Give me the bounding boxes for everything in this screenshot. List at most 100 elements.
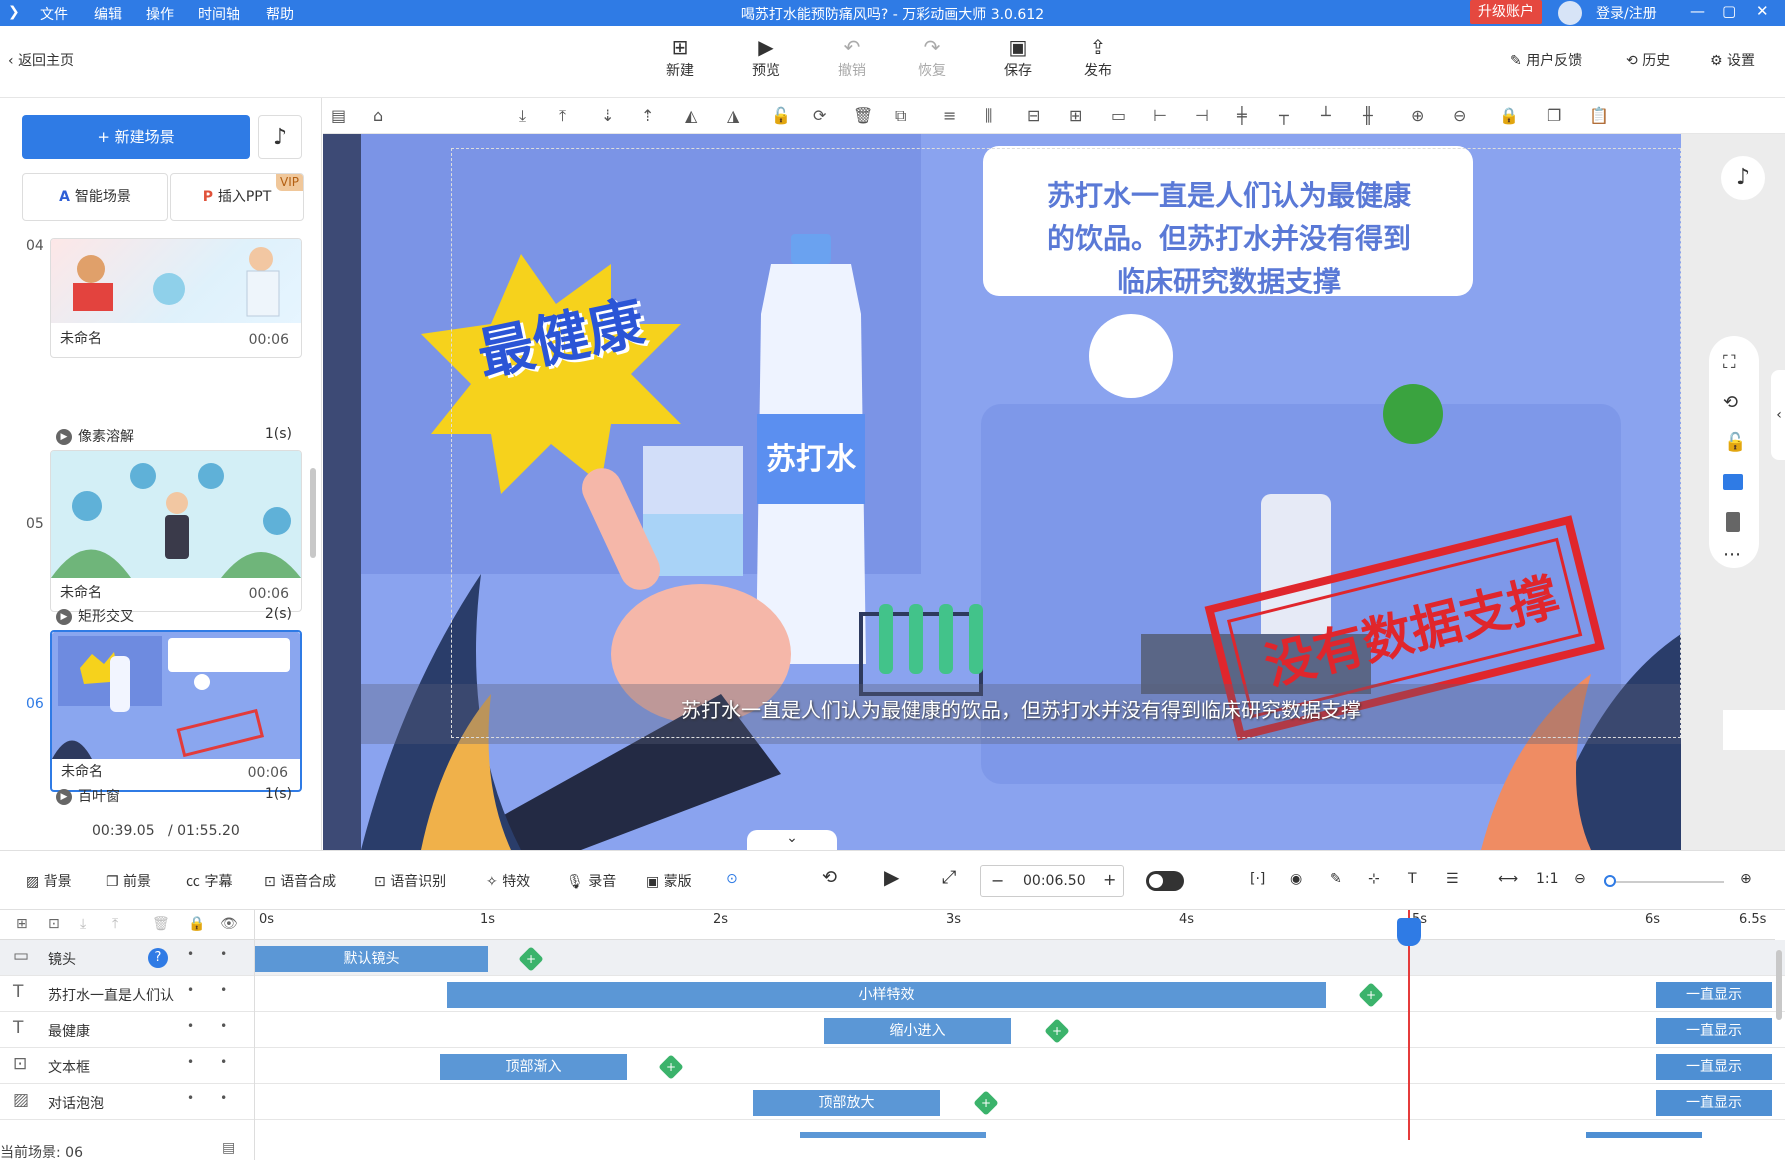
camera-bar[interactable]: 默认镜头 xyxy=(255,946,488,972)
effect-bar[interactable]: 小样特效 xyxy=(447,982,1326,1008)
effects-button[interactable]: ✧ 特效 xyxy=(486,871,530,891)
scene-list-icon[interactable]: ▤ xyxy=(222,1140,235,1156)
insert-ppt-button[interactable]: P 插入PPT VIP xyxy=(170,173,304,221)
scene-card-06[interactable]: 未命名 00:06 xyxy=(50,630,302,792)
maximize-icon[interactable]: ▢ xyxy=(1722,2,1736,20)
lock-icon[interactable]: 🔓 xyxy=(1724,432,1746,453)
lock-canvas-icon[interactable]: 🔒 xyxy=(1499,106,1519,125)
lock-icon[interactable]: 🔒 xyxy=(188,916,205,932)
more-tools-icon[interactable]: ⊙ xyxy=(726,871,738,887)
avatar[interactable] xyxy=(1558,1,1582,25)
eye-icon[interactable]: 👁 xyxy=(220,916,238,932)
landscape-icon[interactable] xyxy=(1723,474,1743,490)
caption-button[interactable]: ㏄ 字幕 xyxy=(186,871,232,891)
toggle-switch[interactable] xyxy=(1146,871,1184,891)
music-note-icon[interactable]: ♪ xyxy=(1721,156,1765,200)
back-home-button[interactable]: ‹ 返回主页 xyxy=(8,50,74,70)
portrait-icon[interactable] xyxy=(1726,512,1740,532)
effect-bar[interactable]: 缩小进入 xyxy=(824,1018,1011,1044)
history-button[interactable]: ⟲ 历史 xyxy=(1626,50,1670,70)
scene-card-04[interactable]: 未命名 00:06 xyxy=(50,238,302,358)
always-show-bar[interactable]: 一直显示 xyxy=(1656,1054,1772,1080)
flip-v-icon[interactable]: ◮ xyxy=(727,106,739,125)
login-link[interactable]: 登录/注册 xyxy=(1596,3,1657,23)
scene-transition[interactable]: ▶ 像素溶解 1(s) xyxy=(56,426,292,446)
minimap-icon[interactable] xyxy=(1723,710,1785,750)
camera-icon[interactable]: ◉ xyxy=(1290,871,1302,887)
zoom-out-icon[interactable]: ⊖ xyxy=(1453,106,1466,125)
settings-button[interactable]: ⚙ 设置 xyxy=(1710,50,1755,70)
fit-width-icon[interactable]: ⟷ xyxy=(1498,871,1518,887)
more-icon[interactable]: ⋯ xyxy=(1723,544,1741,565)
current-time-value[interactable]: 00:06.50 xyxy=(1023,873,1086,889)
new-scene-button[interactable]: + 新建场景 xyxy=(22,115,250,159)
align-vcenter-icon[interactable]: ╫ xyxy=(1363,106,1373,125)
distribute-h-icon[interactable]: ⫼ xyxy=(985,106,992,126)
always-show-bar[interactable]: 一直显示 xyxy=(1656,982,1772,1008)
speech-recognition-button[interactable]: ⊡ 语音识别 xyxy=(374,871,446,891)
track-row-camera[interactable]: ▭ 镜头 ? •• 默认镜头 + xyxy=(0,940,1785,976)
chevron-down-icon[interactable]: ⌄ xyxy=(747,830,837,850)
preview-button[interactable]: ▶ 预览 xyxy=(738,34,794,80)
scene-transition[interactable]: ▶ 百叶窗 1(s) xyxy=(56,786,292,806)
always-show-bar[interactable]: 一直显示 xyxy=(1656,1090,1772,1116)
scene-canvas[interactable]: 最健康 苏打水 苏打水一直是人们认为最健康 的饮品。但苏打水并没有得到 临床研究… xyxy=(361,134,1681,850)
scene-list-scrollbar[interactable] xyxy=(310,468,316,558)
help-icon[interactable]: ? xyxy=(148,948,168,968)
close-icon[interactable]: ✕ xyxy=(1756,2,1769,20)
move-down-icon[interactable]: ⤓ xyxy=(80,916,86,932)
playhead-handle[interactable] xyxy=(1397,918,1421,946)
edit-icon[interactable]: ✎ xyxy=(1330,871,1342,887)
one-to-one-icon[interactable]: 1:1 xyxy=(1536,871,1559,887)
add-layer-icon[interactable]: ⊡ xyxy=(48,916,60,932)
track-row-bubble[interactable]: ▨ 对话泡泡 •• 顶部放大 + 一直显示 xyxy=(0,1084,1785,1120)
new-folder-icon[interactable]: ⊞ xyxy=(16,916,28,932)
record-button[interactable]: 🎙 录音 xyxy=(566,871,616,891)
partial-bar[interactable] xyxy=(1586,1132,1702,1138)
home-icon[interactable]: ⌂ xyxy=(373,106,383,125)
new-button[interactable]: ⊞ 新建 xyxy=(652,34,708,80)
zoom-slider[interactable] xyxy=(1604,875,1724,887)
group-icon[interactable]: [·] xyxy=(1250,871,1265,887)
crop-icon[interactable]: ⧉ xyxy=(895,106,906,126)
move-up-icon[interactable]: ⤒ xyxy=(112,916,118,932)
redo-button[interactable]: ↷ 恢复 xyxy=(904,34,960,80)
timeline-scrollbar[interactable] xyxy=(1776,950,1782,1020)
foreground-button[interactable]: ❐ 前景 xyxy=(106,871,151,891)
time-ruler[interactable]: 0s 1s 2s 3s 4s 5s 6s 6.5s xyxy=(255,910,1775,940)
smart-scene-button[interactable]: A 智能场景 xyxy=(22,173,168,221)
paste-icon[interactable]: 📋 xyxy=(1589,106,1609,125)
fit-screen-icon[interactable]: ⛶ xyxy=(1723,352,1736,373)
partial-bar[interactable] xyxy=(800,1132,986,1138)
lock-icon[interactable]: 🔓 xyxy=(771,106,791,125)
keyframe-add-icon[interactable]: + xyxy=(518,946,544,972)
track-row-textbox[interactable]: ⊡ 文本框 •• 顶部渐入 + 一直显示 xyxy=(0,1048,1785,1084)
align-bottom-icon[interactable]: ▭ xyxy=(1111,106,1126,125)
flip-h-icon[interactable]: ◭ xyxy=(685,106,697,125)
distribute-v-icon[interactable]: ⊞ xyxy=(1069,106,1082,125)
time-stepper[interactable]: − 00:06.50 + xyxy=(980,865,1124,897)
keyframe-add-icon[interactable]: + xyxy=(1358,982,1384,1008)
text-icon[interactable]: T xyxy=(1408,871,1417,887)
canvas-stage[interactable]: 最健康 苏打水 苏打水一直是人们认为最健康 的饮品。但苏打水并没有得到 临床研究… xyxy=(323,134,1785,850)
tts-button[interactable]: ⊡ 语音合成 xyxy=(264,871,336,891)
zoom-in-icon[interactable]: ⊕ xyxy=(1411,106,1424,125)
music-note-icon[interactable]: ♪ xyxy=(258,115,302,159)
save-button[interactable]: ▣ 保存 xyxy=(990,34,1046,80)
background-button[interactable]: ▨ 背景 xyxy=(26,871,72,891)
scene-card-05[interactable]: 未命名 00:06 xyxy=(50,450,302,612)
split-icon[interactable]: ⊹ xyxy=(1368,871,1380,887)
move-up-icon[interactable]: ⇡ xyxy=(641,106,654,125)
track-row-healthiest[interactable]: T 最健康 •• 缩小进入 + 一直显示 xyxy=(0,1012,1785,1048)
track-row-text[interactable]: T 苏打水一直是人们认 •• 小样特效 + 一直显示 xyxy=(0,976,1785,1012)
effect-bar[interactable]: 顶部放大 xyxy=(753,1090,940,1116)
camera-frame[interactable] xyxy=(451,148,1681,738)
keyframe-add-icon[interactable]: + xyxy=(658,1054,684,1080)
play-icon[interactable]: ▶ xyxy=(884,865,899,889)
align-right-icon[interactable]: ⊣ xyxy=(1195,106,1209,125)
move-down-icon[interactable]: ⇣ xyxy=(601,106,614,125)
zoom-in-icon[interactable]: ⊕ xyxy=(1740,871,1752,887)
minimize-icon[interactable]: — xyxy=(1690,2,1705,20)
zoom-slider-handle[interactable] xyxy=(1604,875,1616,887)
feedback-button[interactable]: ✎ 用户反馈 xyxy=(1510,50,1582,70)
